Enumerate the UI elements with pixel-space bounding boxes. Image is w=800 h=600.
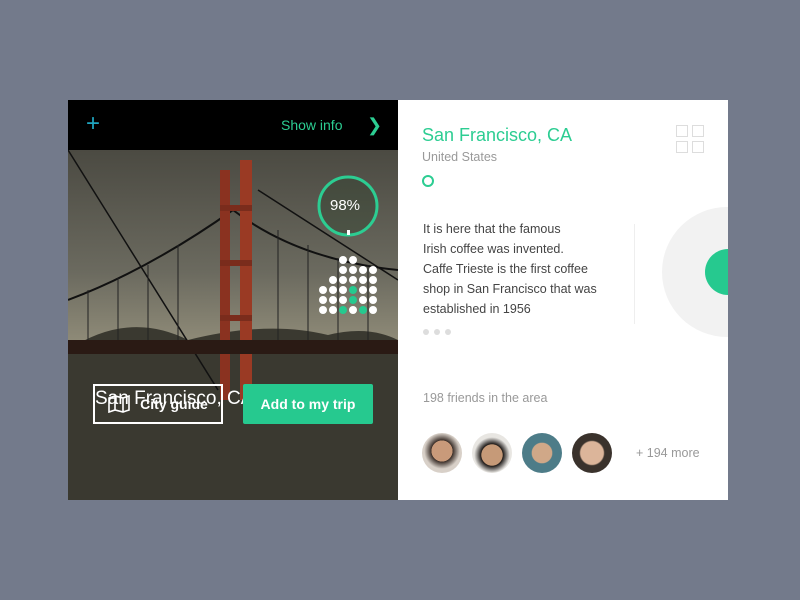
city-guide-button[interactable]: City guide xyxy=(93,384,223,424)
matrix-dot xyxy=(359,306,367,314)
matrix-dot xyxy=(369,266,377,274)
description-line: Caffe Trieste is the first coffee xyxy=(423,262,588,276)
matrix-dot xyxy=(349,276,357,284)
description: It is here that the famous Irish coffee … xyxy=(423,219,623,319)
matrix-dot xyxy=(329,306,337,314)
avatar[interactable] xyxy=(572,433,612,473)
divider xyxy=(634,224,635,324)
description-line: Irish coffee was invented. xyxy=(423,242,564,256)
matrix-dot xyxy=(349,266,357,274)
avatar[interactable] xyxy=(522,433,562,473)
more-friends-link[interactable]: + 194 more xyxy=(636,446,700,460)
description-line: established in 1956 xyxy=(423,302,531,316)
info-panel: San Francisco, CA United States It is he… xyxy=(398,100,728,500)
matrix-dot xyxy=(339,296,347,304)
pagination-dots[interactable] xyxy=(423,329,451,335)
matrix-dot xyxy=(369,296,377,304)
description-line: shop in San Francisco that was xyxy=(423,282,597,296)
friends-count: 198 friends in the area xyxy=(423,391,548,405)
avatar[interactable] xyxy=(422,433,462,473)
grid-view-icon[interactable] xyxy=(676,125,704,153)
description-line: It is here that the famous xyxy=(423,222,561,236)
matrix-dot xyxy=(319,306,327,314)
plus-icon[interactable]: + xyxy=(86,112,100,136)
top-bar: + Show info ❯ xyxy=(68,100,398,150)
matrix-dot xyxy=(339,256,347,264)
show-info-link[interactable]: Show info xyxy=(281,117,342,133)
matrix-dot xyxy=(339,306,347,314)
photo-panel: + Show info ❯ San Francisco, CA 98% City… xyxy=(68,100,398,500)
matrix-dot xyxy=(339,286,347,294)
matrix-dot xyxy=(329,296,337,304)
matrix-dot xyxy=(359,266,367,274)
bridge-photo: San Francisco, CA 98% xyxy=(68,150,398,500)
progress-label: 98% xyxy=(330,197,361,214)
matrix-dot xyxy=(339,276,347,284)
matrix-dot xyxy=(369,306,377,314)
matrix-dot xyxy=(319,296,327,304)
map-book-icon xyxy=(108,395,130,413)
matrix-dot xyxy=(319,286,327,294)
country: United States xyxy=(422,150,498,164)
chevron-right-icon[interactable]: ❯ xyxy=(367,115,382,136)
matrix-dot xyxy=(329,286,337,294)
location-dot-icon xyxy=(422,175,434,187)
matrix-dot xyxy=(369,286,377,294)
matrix-dot xyxy=(359,296,367,304)
matrix-dot xyxy=(339,266,347,274)
matrix-dot xyxy=(349,296,357,304)
matrix-dot xyxy=(349,306,357,314)
matrix-dot xyxy=(329,276,337,284)
matrix-dot xyxy=(349,286,357,294)
city-title: San Francisco, CA xyxy=(422,125,573,145)
matrix-dot xyxy=(349,256,357,264)
avatar[interactable] xyxy=(472,433,512,473)
matrix-dot xyxy=(359,276,367,284)
matrix-dot xyxy=(359,286,367,294)
city-card: + Show info ❯ San Francisco, CA 98% City… xyxy=(68,100,728,500)
matrix-dot xyxy=(369,276,377,284)
add-to-trip-button[interactable]: Add to my trip xyxy=(243,384,373,424)
city-guide-label: City guide xyxy=(140,396,208,412)
